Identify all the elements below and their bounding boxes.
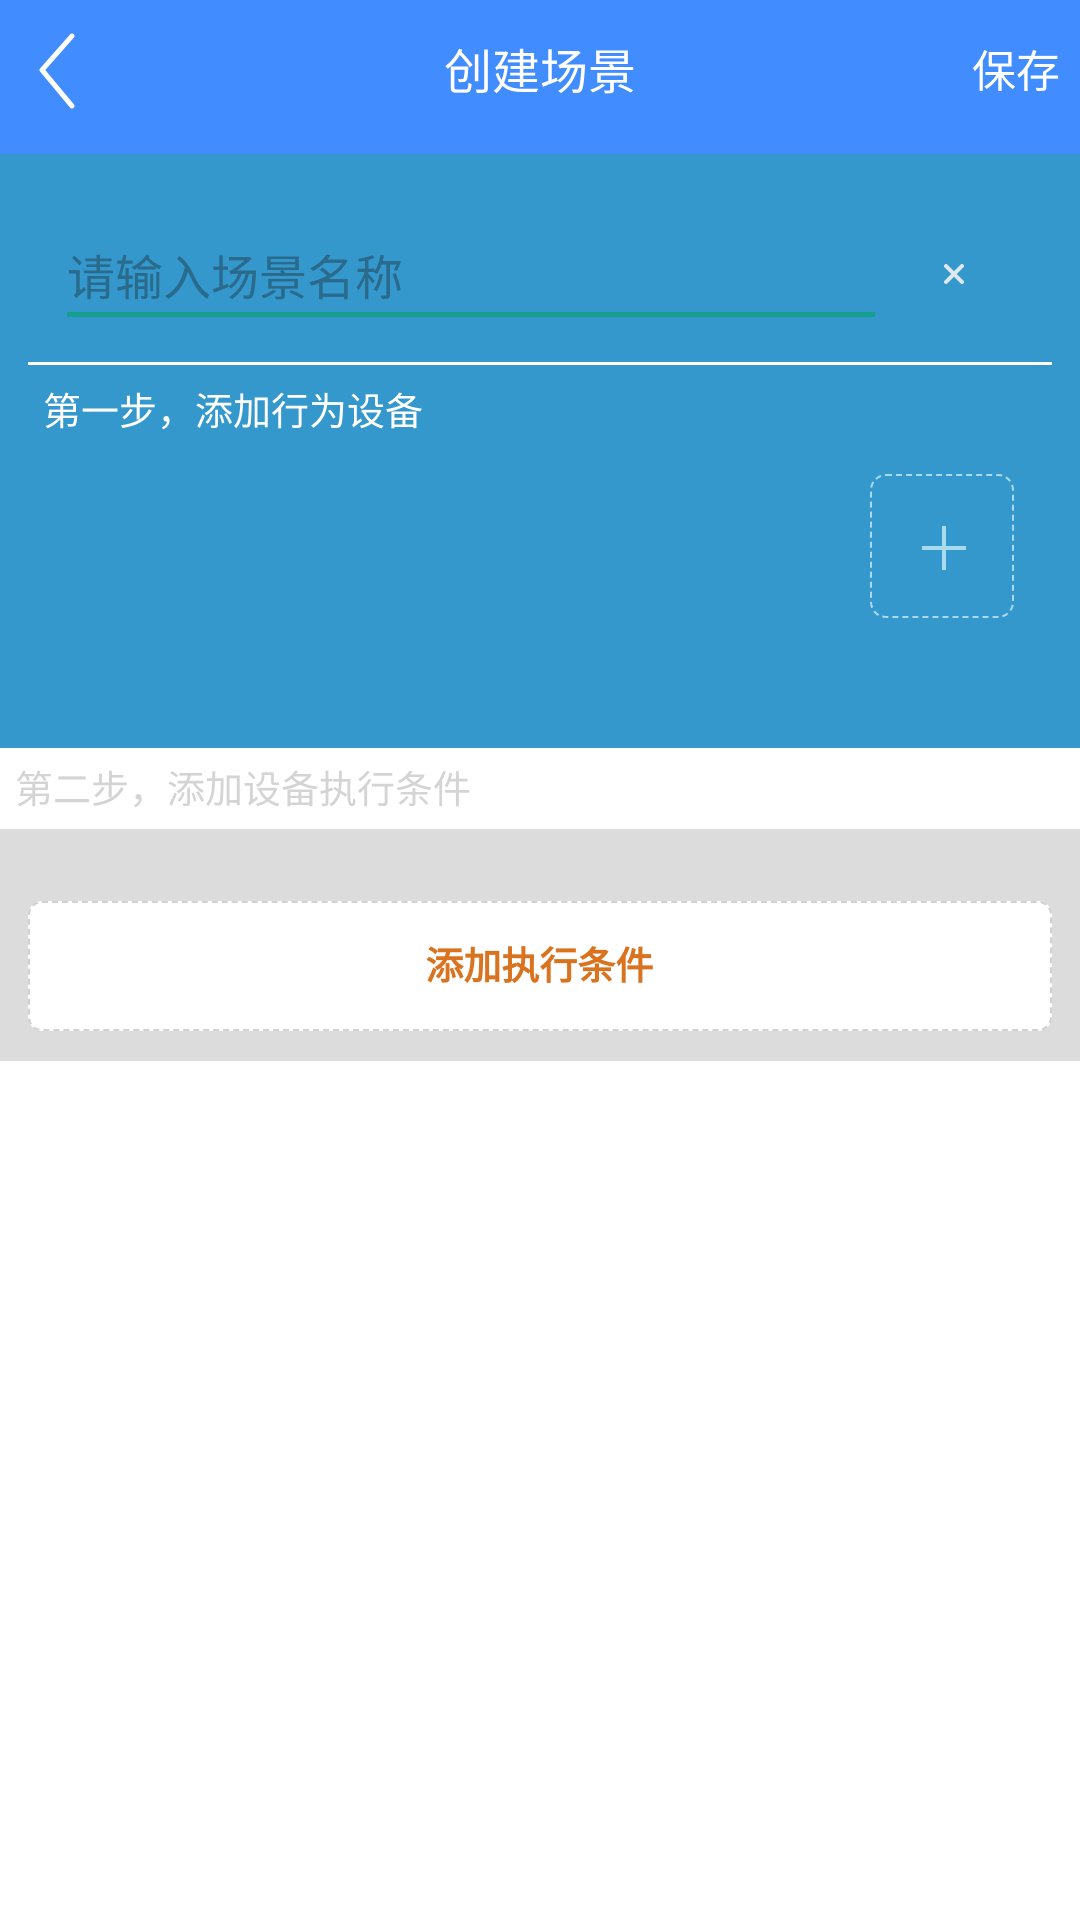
input-underline (67, 312, 875, 317)
save-button[interactable]: 保存 (920, 0, 1060, 154)
condition-panel: 添加执行条件 (0, 829, 1080, 1061)
step1-label: 第一步，添加行为设备 (43, 390, 424, 434)
create-scene-screen: 创建场景 保存 第一步，添加行为设备 第二步，添加设备执行条件 添加执行条件 (0, 0, 1080, 1920)
back-button[interactable] (24, 24, 120, 120)
step1-panel: 第一步，添加行为设备 (0, 154, 1080, 748)
add-device-button[interactable] (870, 474, 1014, 618)
clear-input-button[interactable] (930, 250, 978, 298)
step2-label: 第二步，添加设备执行条件 (15, 768, 472, 812)
divider (28, 362, 1052, 365)
page-title: 创建场景 (443, 45, 636, 101)
chevron-left-icon (24, 24, 120, 120)
plus-icon (922, 526, 966, 570)
scene-name-input[interactable] (67, 244, 873, 314)
top-app-bar: 创建场景 保存 (0, 0, 1080, 154)
close-icon (930, 264, 978, 302)
add-condition-button[interactable]: 添加执行条件 (28, 901, 1052, 1031)
